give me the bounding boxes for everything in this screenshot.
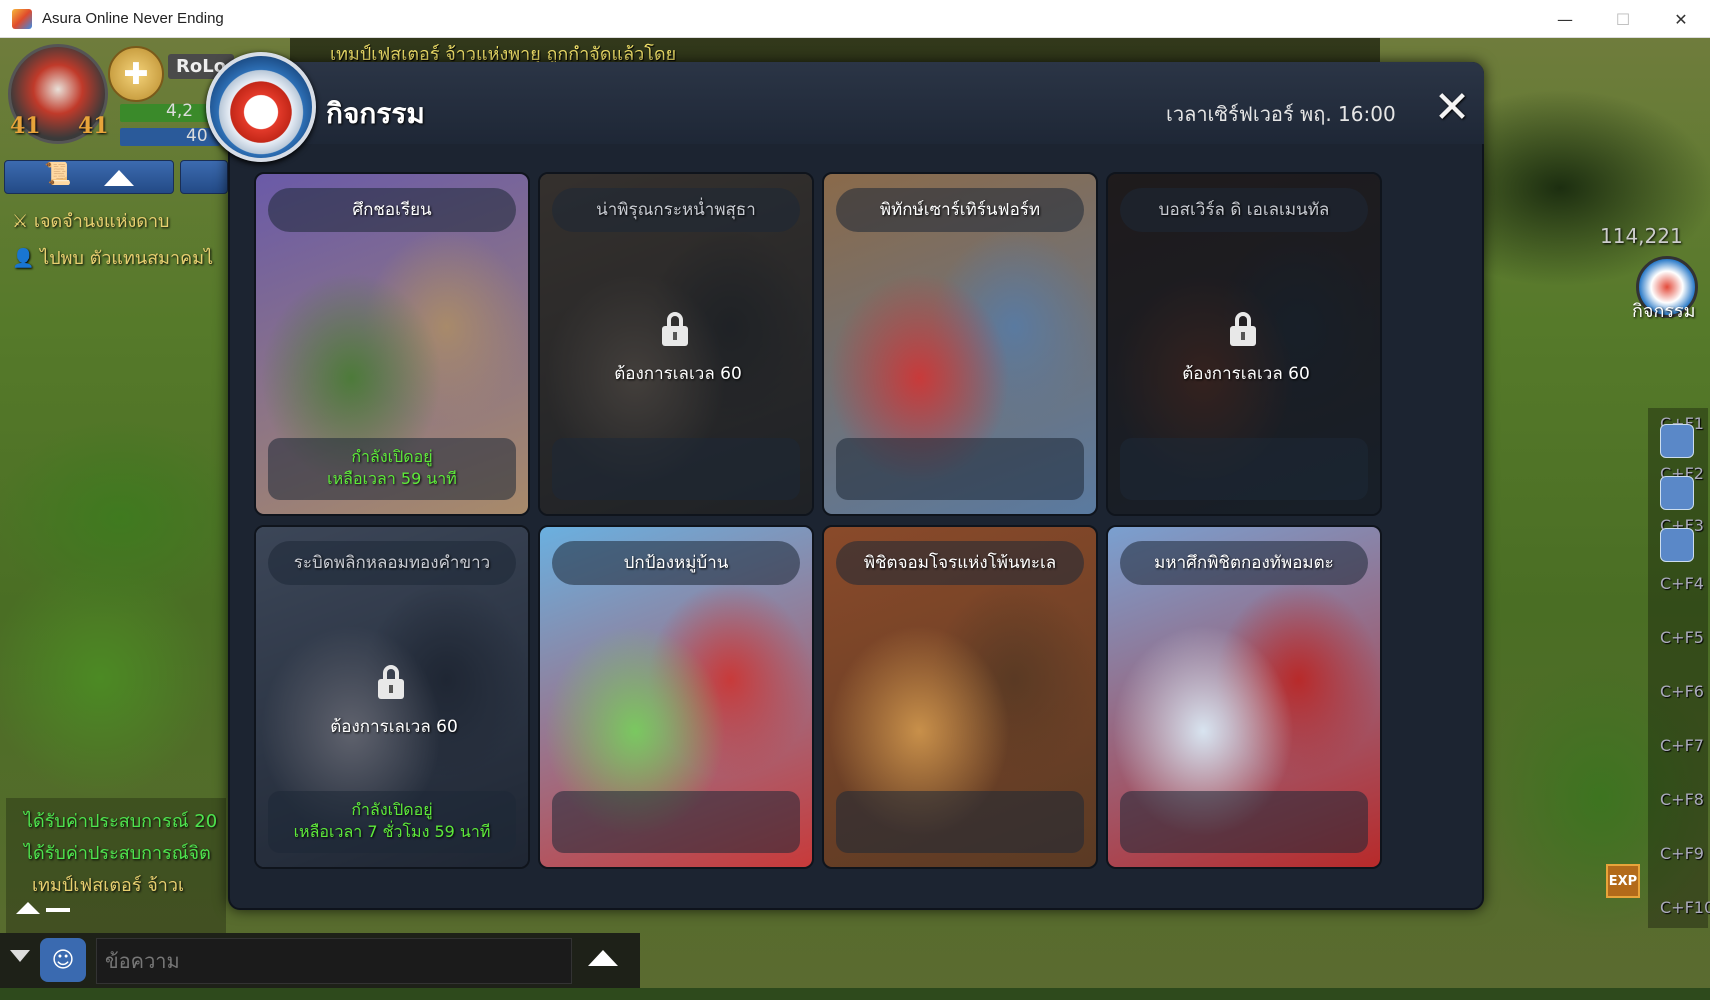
event-status-line: เหลือเวลา 59 นาที bbox=[327, 469, 457, 488]
event-card-title: บอสเวิร์ล ดิ เอเลเมนทัล bbox=[1120, 188, 1368, 232]
scroll-icon: 📜 bbox=[44, 162, 72, 187]
hp-text: 4,2 bbox=[166, 101, 194, 121]
event-card[interactable]: พิชิตจอมโจรแห่งโพ้นทะเล bbox=[822, 525, 1098, 869]
hotkey-4[interactable]: C+F4 bbox=[1660, 574, 1704, 593]
event-status-box: กำลังเปิดอยู่เหลือเวลา 59 นาที bbox=[268, 438, 516, 500]
event-card-title: มหาศึกพิชิตกองทัพอมตะ bbox=[1120, 541, 1368, 585]
event-requirement: ต้องการเลเวล 60 bbox=[330, 717, 458, 737]
event-card[interactable]: ศึกชอเรียนกำลังเปิดอยู่เหลือเวลา 59 นาที bbox=[254, 172, 530, 516]
event-card[interactable]: น่าพิรุณกระหน่ำพสุธาต้องการเลเวล 60 bbox=[538, 172, 814, 516]
window-controls: — ☐ ✕ bbox=[1536, 0, 1710, 38]
event-status-box bbox=[552, 438, 800, 500]
quest-item-1[interactable]: ⚔ เจดจำนงแห่งดาบ bbox=[12, 206, 169, 235]
event-status-line: กำลังเปิดอยู่ bbox=[351, 800, 433, 819]
lock-icon bbox=[374, 665, 408, 699]
window-title: Asura Online Never Ending bbox=[42, 10, 224, 27]
quest-toggle-button[interactable] bbox=[4, 160, 174, 194]
maximize-button[interactable]: ☐ bbox=[1594, 0, 1652, 38]
event-card-title: พิทักษ์เซาร์เทิร์นฟอร์ท bbox=[836, 188, 1084, 232]
chat-line-3: เทมป์เฟสเตอร์ จ้าวเ bbox=[32, 875, 185, 896]
event-card-title: พิชิตจอมโจรแห่งโพ้นทะเล bbox=[836, 541, 1084, 585]
event-status-box bbox=[552, 791, 800, 853]
hotkey-9[interactable]: C+F9 bbox=[1660, 844, 1704, 863]
event-card[interactable]: มหาศึกพิชิตกองทัพอมตะ bbox=[1106, 525, 1382, 869]
event-status-box bbox=[1120, 438, 1368, 500]
event-card[interactable]: บอสเวิร์ล ดิ เอเลเมนทัลต้องการเลเวล 60 bbox=[1106, 172, 1382, 516]
chat-channel-dropdown-icon[interactable] bbox=[10, 950, 30, 962]
player-level-left: 41 bbox=[10, 113, 41, 139]
event-status-line: กำลังเปิดอยู่ bbox=[351, 447, 433, 466]
hotkey-7[interactable]: C+F7 bbox=[1660, 736, 1704, 755]
server-time: เวลาเซิร์ฟเวอร์ พฤ. 16:00 bbox=[1166, 102, 1396, 126]
player-level-right: 41 bbox=[78, 113, 109, 139]
minimize-button[interactable]: — bbox=[1536, 0, 1594, 38]
events-tent-icon bbox=[206, 52, 316, 162]
emote-button[interactable]: ☺ bbox=[40, 938, 86, 982]
hotkey-8[interactable]: C+F8 bbox=[1660, 790, 1704, 809]
hotkey-5[interactable]: C+F5 bbox=[1660, 628, 1704, 647]
event-card[interactable]: ปกป้องหมู่บ้าน bbox=[538, 525, 814, 869]
event-card[interactable]: พิทักษ์เซาร์เทิร์นฟอร์ท bbox=[822, 172, 1098, 516]
event-requirement: ต้องการเลเวล 60 bbox=[1182, 364, 1310, 384]
chat-line-2: ได้รับค่าประสบการณ์จิต bbox=[24, 843, 211, 864]
side-menu-button[interactable] bbox=[180, 160, 228, 194]
chat-scroll-up-icon[interactable] bbox=[16, 902, 40, 914]
lock-icon bbox=[658, 312, 692, 346]
hotkey-character-icon[interactable] bbox=[1660, 476, 1694, 510]
event-requirement: ต้องการเลเวล 60 bbox=[614, 364, 742, 384]
close-window-button[interactable]: ✕ bbox=[1652, 0, 1710, 38]
gold-amount: 114,221 bbox=[1600, 224, 1683, 248]
guild-cross-icon[interactable]: ✚ bbox=[108, 46, 164, 102]
events-modal-title: กิจกรรม bbox=[326, 97, 425, 130]
side-event-label: กิจกรรม bbox=[1632, 301, 1696, 322]
event-status-line: เหลือเวลา 7 ชั่วโมง 59 นาที bbox=[293, 822, 491, 841]
event-status-box bbox=[836, 791, 1084, 853]
quest-item-2[interactable]: 👤 ไปพบ ตัวแทนสมาคมไ bbox=[12, 243, 213, 272]
hotkey-10[interactable]: C+F10 bbox=[1660, 898, 1710, 917]
event-card-title: ศึกชอเรียน bbox=[268, 188, 516, 232]
exp-boost-icon[interactable]: EXP bbox=[1606, 864, 1640, 898]
event-status-box bbox=[1120, 791, 1368, 853]
mp-text: 40 bbox=[186, 126, 208, 146]
event-status-box bbox=[836, 438, 1084, 500]
event-status-box: กำลังเปิดอยู่เหลือเวลา 7 ชั่วโมง 59 นาที bbox=[268, 791, 516, 853]
collapse-arrow-icon[interactable] bbox=[104, 170, 134, 186]
close-modal-button[interactable]: ✕ bbox=[1430, 86, 1474, 130]
lock-icon bbox=[1226, 312, 1260, 346]
event-card-title: ปกป้องหมู่บ้าน bbox=[552, 541, 800, 585]
hotkey-bag-icon[interactable] bbox=[1660, 528, 1694, 562]
app-icon bbox=[12, 8, 32, 29]
window-title-bar: Asura Online Never Ending — ☐ ✕ bbox=[0, 0, 1710, 38]
hotkey-smile-icon[interactable] bbox=[1660, 424, 1694, 458]
hotkey-6[interactable]: C+F6 bbox=[1660, 682, 1704, 701]
chat-input[interactable] bbox=[96, 938, 572, 984]
chat-expand-icon[interactable] bbox=[588, 950, 618, 966]
chat-minimize-icon[interactable] bbox=[46, 908, 70, 912]
event-card[interactable]: ระบิดพลิกหลอมทองคำขาวต้องการเลเวล 60 กำลั… bbox=[254, 525, 530, 869]
event-card-title: ระบิดพลิกหลอมทองคำขาว bbox=[268, 541, 516, 585]
event-card-title: น่าพิรุณกระหน่ำพสุธา bbox=[552, 188, 800, 232]
chat-line-1: ได้รับค่าประสบการณ์ 20 bbox=[24, 811, 218, 832]
